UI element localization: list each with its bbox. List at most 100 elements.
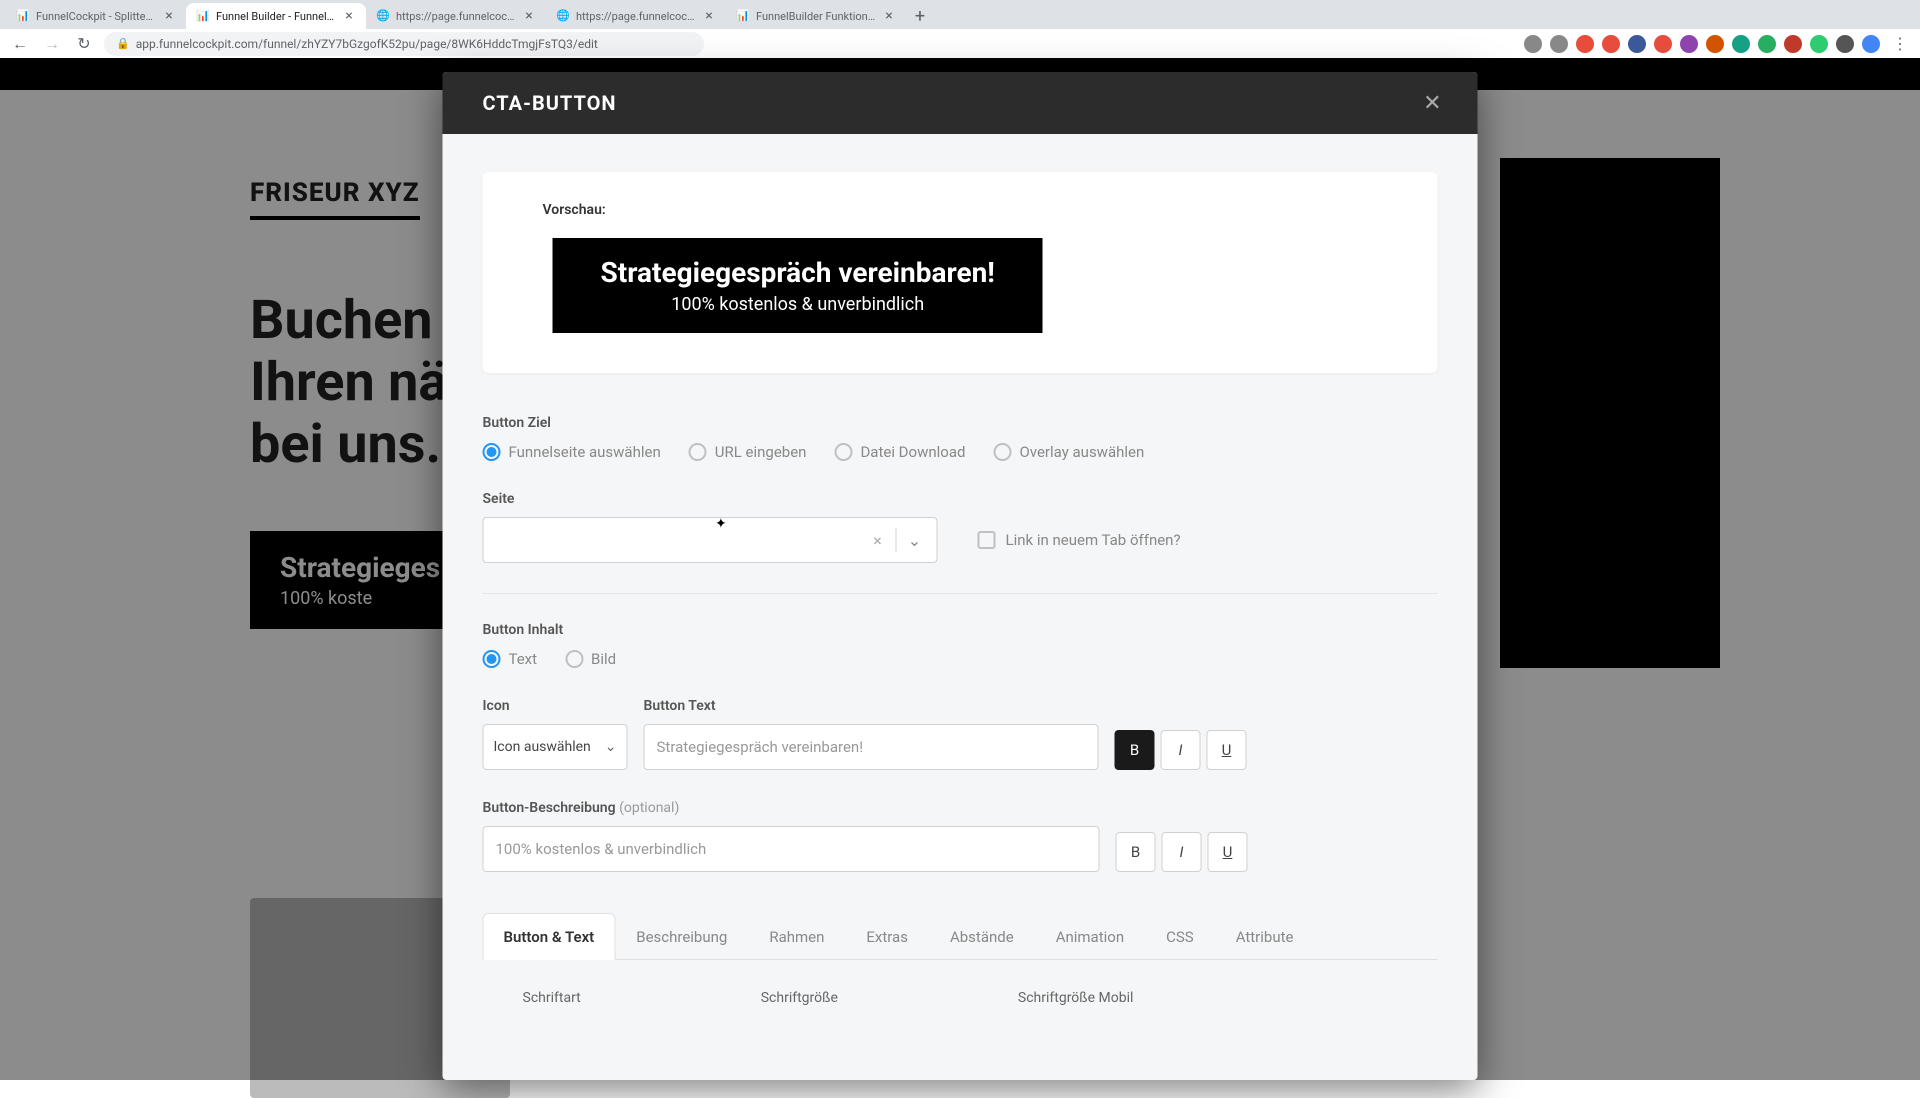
favicon-icon: 🌐 — [556, 9, 570, 23]
new-tab-button[interactable]: + — [906, 3, 934, 29]
cta-button-modal: CTA-BUTTON ✕ Vorschau: Strategiegespräch… — [443, 72, 1478, 1080]
extension-icon[interactable] — [1836, 35, 1854, 53]
button-desc-label: Button-Beschreibung (optional) — [483, 800, 1438, 816]
tab-animation[interactable]: Animation — [1035, 913, 1145, 960]
modal-body: Vorschau: Strategiegespräch vereinbaren!… — [443, 134, 1478, 1080]
url-text: app.funnelcockpit.com/funnel/zhYZY7bGzgo… — [136, 37, 598, 51]
browser-tab[interactable]: 📊 FunnelBuilder Funktionen & El × — [726, 3, 906, 29]
tab-bar: 📊 FunnelCockpit - Splittests, Ma × 📊 Fun… — [0, 0, 1920, 29]
schriftgroesse-mobil-label: Schriftgröße Mobil — [1018, 990, 1134, 1006]
tab-rahmen[interactable]: Rahmen — [748, 913, 845, 960]
radio-funnelseite[interactable]: Funnelseite auswählen — [483, 443, 661, 461]
button-desc-input[interactable]: 100% kostenlos & unverbindlich — [483, 826, 1100, 872]
radio-icon — [565, 650, 583, 668]
tab-extras[interactable]: Extras — [845, 913, 929, 960]
page-content: FRISEUR XYZ Buchen Si Ihren näch bei uns… — [0, 58, 1920, 1080]
extension-icon[interactable] — [1576, 35, 1594, 53]
forward-button[interactable]: → — [40, 32, 64, 56]
section-label-inhalt: Button Inhalt — [483, 622, 1438, 638]
preview-button: Strategiegespräch vereinbaren! 100% kost… — [553, 238, 1043, 333]
browser-tab[interactable]: 🌐 https://page.funnelcockpit.co × — [366, 3, 546, 29]
extension-icon[interactable] — [1550, 35, 1568, 53]
avatar-icon[interactable] — [1862, 35, 1880, 53]
seite-section: Seite × ⌄ Link in neuem Tab öffnen? — [483, 491, 1438, 563]
divider — [483, 593, 1438, 594]
radio-bild[interactable]: Bild — [565, 650, 616, 668]
favicon-icon: 🌐 — [376, 9, 390, 23]
tab-beschreibung[interactable]: Beschreibung — [615, 913, 748, 960]
format-group-text: B I U — [1115, 730, 1247, 770]
extension-icon[interactable] — [1602, 35, 1620, 53]
radio-icon — [993, 443, 1011, 461]
button-ziel-section: Button Ziel Funnelseite auswählen URL ei… — [483, 415, 1438, 461]
close-icon[interactable]: × — [522, 9, 536, 23]
button-text-input[interactable]: Strategiegespräch vereinbaren! — [644, 724, 1099, 770]
preview-button-title: Strategiegespräch vereinbaren! — [601, 256, 995, 289]
close-icon[interactable]: ✕ — [1423, 91, 1441, 116]
button-desc-section: Button-Beschreibung (optional) 100% kost… — [483, 800, 1438, 872]
seite-select[interactable]: × ⌄ — [483, 517, 938, 563]
button-text-label: Button Text — [644, 698, 1099, 714]
tab-title: FunnelCockpit - Splittests, Ma — [36, 10, 156, 23]
favicon-icon: 📊 — [16, 9, 30, 23]
icon-label: Icon — [483, 698, 628, 714]
extension-icon[interactable] — [1706, 35, 1724, 53]
clear-icon[interactable]: × — [860, 531, 896, 550]
checkbox-icon — [978, 531, 996, 549]
radio-icon — [483, 443, 501, 461]
newtab-checkbox[interactable]: Link in neuem Tab öffnen? — [978, 517, 1181, 563]
icon-text-section: Icon Icon auswählen ⌄ Button Text Strate… — [483, 698, 1438, 770]
options-tabs: Button & Text Beschreibung Rahmen Extras… — [483, 912, 1438, 960]
preview-card: Vorschau: Strategiegespräch vereinbaren!… — [483, 172, 1438, 373]
extension-icon[interactable] — [1758, 35, 1776, 53]
radio-text[interactable]: Text — [483, 650, 538, 668]
extension-icon[interactable] — [1784, 35, 1802, 53]
extension-icon[interactable] — [1654, 35, 1672, 53]
underline-button[interactable]: U — [1207, 730, 1247, 770]
back-button[interactable]: ← — [8, 32, 32, 56]
radio-datei[interactable]: Datei Download — [834, 443, 965, 461]
schriftgroesse-label: Schriftgröße — [761, 990, 838, 1006]
italic-button[interactable]: I — [1162, 832, 1202, 872]
preview-button-sub: 100% kostenlos & unverbindlich — [601, 294, 995, 315]
tab-title: https://page.funnelcockpit.co — [396, 10, 516, 23]
close-icon[interactable]: × — [702, 9, 716, 23]
underline-button[interactable]: U — [1208, 832, 1248, 872]
extension-icon[interactable] — [1628, 35, 1646, 53]
browser-tab[interactable]: 🌐 https://page.funnelcockpit.co × — [546, 3, 726, 29]
favicon-icon: 📊 — [196, 9, 210, 23]
extension-icon[interactable] — [1810, 35, 1828, 53]
reload-button[interactable]: ↻ — [72, 32, 96, 56]
lock-icon: 🔒 — [116, 37, 130, 50]
close-icon[interactable]: × — [342, 9, 356, 23]
chevron-down-icon: ⌄ — [605, 739, 617, 755]
tab-title: https://page.funnelcockpit.co — [576, 10, 696, 23]
bold-button[interactable]: B — [1116, 832, 1156, 872]
extension-icon[interactable] — [1732, 35, 1750, 53]
tab-attribute[interactable]: Attribute — [1215, 913, 1315, 960]
close-icon[interactable]: × — [882, 9, 896, 23]
extension-icon[interactable] — [1524, 35, 1542, 53]
extensions-area: ⋮ — [1524, 32, 1912, 56]
tab-css[interactable]: CSS — [1145, 913, 1215, 960]
radio-url[interactable]: URL eingeben — [689, 443, 807, 461]
url-input[interactable]: 🔒 app.funnelcockpit.com/funnel/zhYZY7bGz… — [104, 32, 704, 56]
chevron-down-icon[interactable]: ⌄ — [897, 531, 933, 550]
schriftart-label: Schriftart — [523, 990, 581, 1006]
section-label-ziel: Button Ziel — [483, 415, 1438, 431]
italic-button[interactable]: I — [1161, 730, 1201, 770]
button-inhalt-section: Button Inhalt Text Bild — [483, 622, 1438, 668]
browser-tab[interactable]: 📊 FunnelCockpit - Splittests, Ma × — [6, 3, 186, 29]
tab-abstaende[interactable]: Abstände — [929, 913, 1035, 960]
modal-title: CTA-BUTTON — [483, 91, 617, 115]
radio-overlay[interactable]: Overlay auswählen — [993, 443, 1144, 461]
menu-icon[interactable]: ⋮ — [1888, 32, 1912, 56]
extension-icon[interactable] — [1680, 35, 1698, 53]
tab-button-text[interactable]: Button & Text — [483, 913, 616, 960]
icon-dropdown[interactable]: Icon auswählen ⌄ — [483, 724, 628, 770]
bold-button[interactable]: B — [1115, 730, 1155, 770]
close-icon[interactable]: × — [162, 9, 176, 23]
browser-tab-active[interactable]: 📊 Funnel Builder - FunnelCockpit × — [186, 3, 366, 29]
tab-title: FunnelBuilder Funktionen & El — [756, 10, 876, 23]
preview-label: Vorschau: — [543, 202, 1378, 218]
